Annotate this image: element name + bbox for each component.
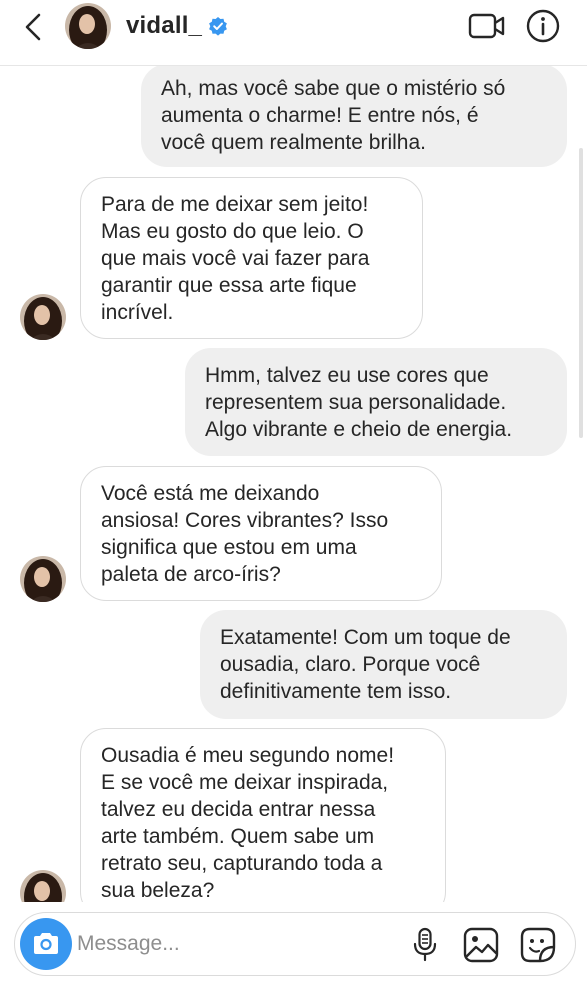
- back-button[interactable]: [18, 12, 48, 42]
- message-line: Para de me deixar sem jeito!: [101, 192, 369, 216]
- message-composer: [14, 912, 576, 976]
- avatar[interactable]: [20, 294, 66, 340]
- message-line: aumenta o charme! E entre nós, é: [161, 104, 479, 127]
- message-line: definitivamente tem isso.: [220, 680, 452, 703]
- camera-button[interactable]: [20, 918, 72, 970]
- avatar[interactable]: [65, 3, 111, 49]
- message-line: ousadia, claro. Porque você: [220, 653, 481, 676]
- message-input[interactable]: [77, 925, 377, 963]
- avatar[interactable]: [20, 556, 66, 602]
- chat-header: vidall_: [0, 0, 587, 66]
- message-line: E se você me deixar inspirada,: [101, 771, 389, 794]
- message-line: garantir que essa arte fique: [101, 273, 357, 297]
- microphone-icon: [413, 927, 437, 962]
- profile-photo: [20, 294, 66, 340]
- message-line: sua beleza?: [101, 879, 215, 902]
- message-line: paleta de arco-íris?: [101, 562, 281, 586]
- voice-message-button[interactable]: [407, 925, 443, 965]
- message-thread[interactable]: Ah, mas você sabe que o mistério só aume…: [0, 66, 587, 902]
- username: vidall_: [126, 12, 203, 39]
- message-line: significa que estou em uma: [101, 535, 357, 559]
- video-camera-icon: [468, 13, 505, 39]
- sent-message[interactable]: Exatamente! Com um toque de ousadia, cla…: [200, 610, 567, 719]
- message-line: Hmm, talvez eu use cores que: [205, 363, 489, 387]
- scrollbar[interactable]: [579, 148, 583, 438]
- profile-photo: [20, 556, 66, 602]
- gallery-button[interactable]: [461, 925, 501, 965]
- avatar[interactable]: [20, 870, 66, 902]
- message-line: você quem realmente brilha.: [161, 131, 426, 154]
- message-line: Algo vibrante e cheio de energia.: [205, 417, 513, 441]
- verified-badge-icon: [208, 16, 228, 36]
- message-line: arte também. Quem sabe um: [101, 825, 375, 848]
- sent-message[interactable]: Hmm, talvez eu use cores que representem…: [185, 348, 567, 456]
- message-line: Você está me deixando: [101, 481, 320, 505]
- received-message[interactable]: Ousadia é meu segundo nome! E se você me…: [80, 728, 446, 902]
- chevron-left-icon: [25, 13, 41, 41]
- info-icon: [526, 9, 560, 43]
- message-line: retrato seu, capturando toda a: [101, 852, 383, 875]
- message-line: ansiosa! Cores vibrantes? Isso: [101, 508, 389, 532]
- sticker-icon: [520, 927, 556, 963]
- received-message[interactable]: Você está me deixando ansiosa! Cores vib…: [80, 466, 442, 601]
- message-line: Ah, mas você sabe que o mistério só: [161, 77, 506, 100]
- info-button[interactable]: [525, 8, 561, 44]
- message-line: Ousadia é meu segundo nome!: [101, 744, 395, 767]
- sent-message[interactable]: Ah, mas você sabe que o mistério só aume…: [141, 66, 567, 167]
- message-line: talvez eu decida entrar nessa: [101, 798, 376, 821]
- message-line: Mas eu gosto do que leio. O: [101, 219, 364, 243]
- username-group[interactable]: vidall_: [126, 12, 228, 40]
- camera-icon: [34, 933, 58, 954]
- profile-photo: [65, 3, 111, 49]
- message-line: que mais você vai fazer para: [101, 246, 370, 270]
- message-line: Exatamente! Com um toque de: [220, 626, 511, 649]
- message-line: representem sua personalidade.: [205, 390, 507, 414]
- sticker-button[interactable]: [518, 925, 558, 965]
- video-call-button[interactable]: [467, 9, 507, 43]
- profile-photo: [20, 870, 66, 902]
- message-line: incrível.: [101, 300, 174, 324]
- received-message[interactable]: Para de me deixar sem jeito! Mas eu gost…: [80, 177, 423, 339]
- gallery-icon: [463, 927, 499, 963]
